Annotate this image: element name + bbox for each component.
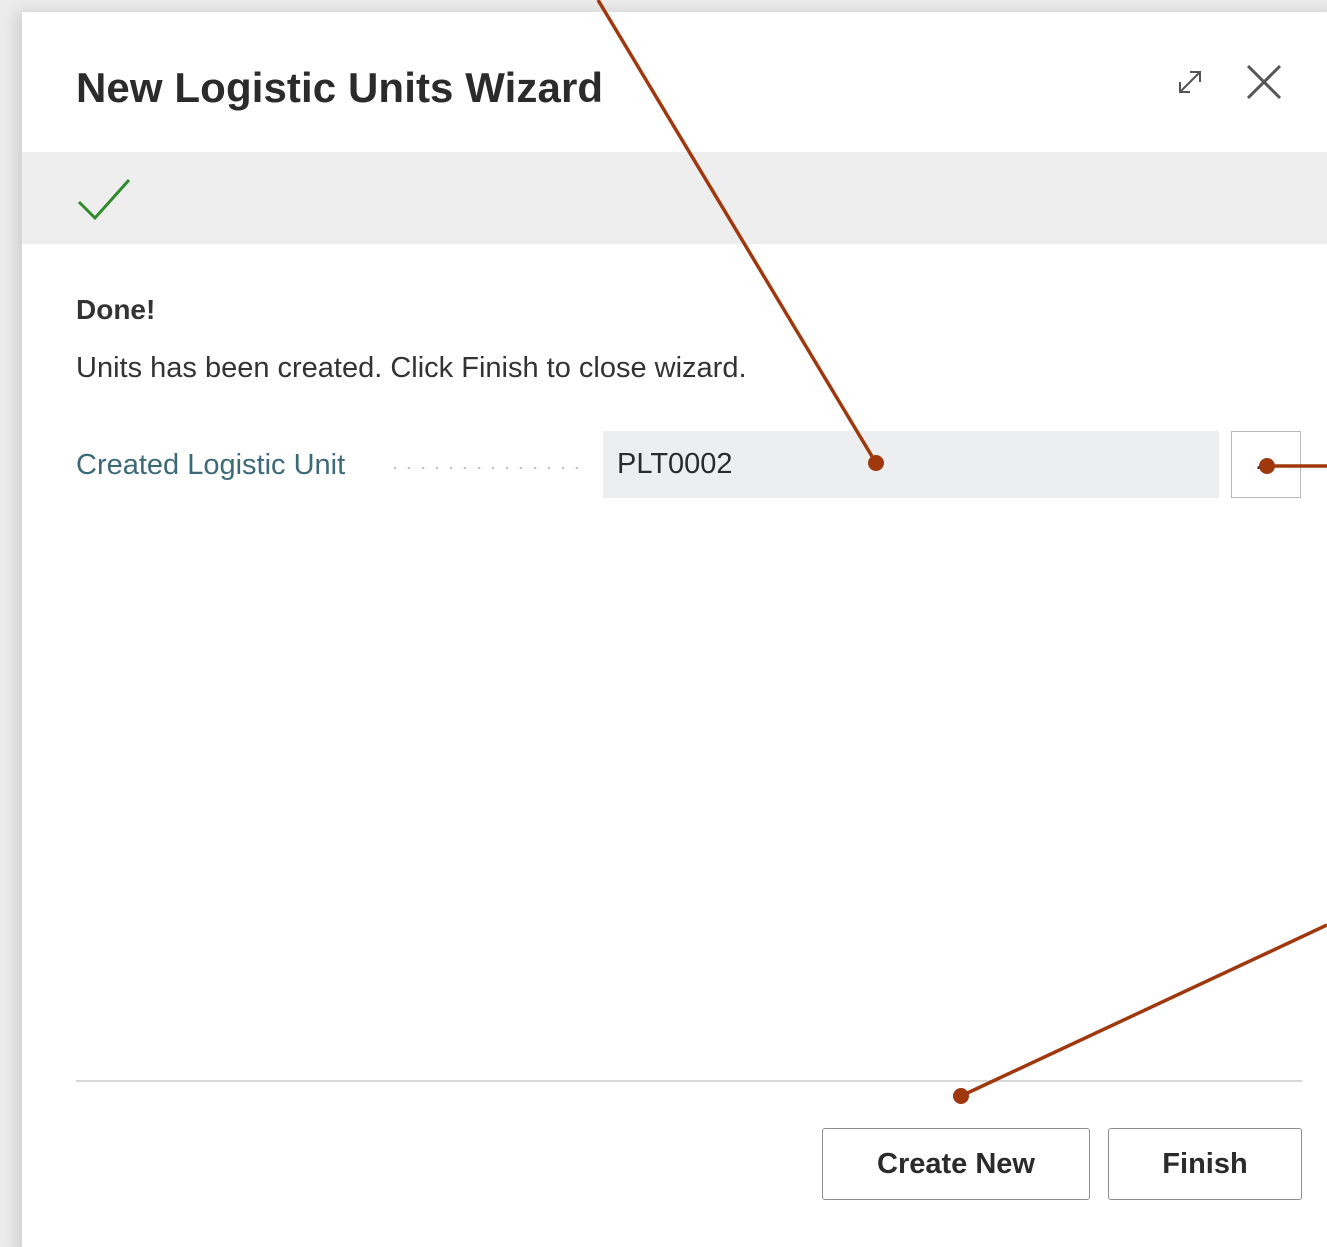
created-logistic-unit-label: Created Logistic Unit: [76, 449, 346, 481]
lookup-button[interactable]: ...: [1231, 431, 1301, 498]
footer-divider: [76, 1080, 1302, 1082]
checkmark-icon: [77, 178, 131, 221]
expand-icon[interactable]: [1172, 64, 1208, 100]
close-icon[interactable]: [1244, 62, 1284, 102]
finish-button[interactable]: Finish: [1108, 1128, 1302, 1200]
created-logistic-unit-field[interactable]: PLT0002: [603, 431, 1219, 498]
done-heading: Done!: [76, 294, 156, 325]
step-indicator-band: [22, 152, 1327, 244]
dialog-title: New Logistic Units Wizard: [76, 64, 604, 111]
done-message: Units has been created. Click Finish to …: [76, 352, 747, 384]
wizard-dialog: New Logistic Units Wizard Done! Units ha…: [22, 12, 1327, 1247]
create-new-button[interactable]: Create New: [822, 1128, 1090, 1200]
field-dot-leader: [388, 467, 584, 469]
screenshot-stage: New Logistic Units Wizard Done! Units ha…: [0, 0, 1327, 1247]
